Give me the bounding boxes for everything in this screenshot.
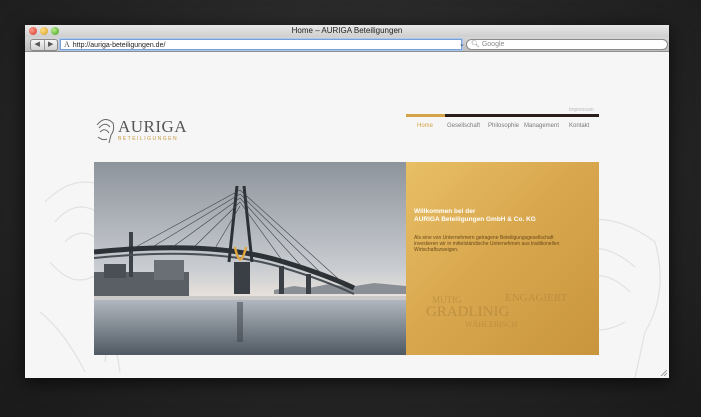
impressum-link[interactable]: Impressum (569, 107, 594, 113)
value-word-gradlinig: GRADLINIG (426, 304, 510, 320)
search-icon: 🔍︎ (471, 41, 480, 48)
nav-item-gesellschaft[interactable]: Gesellschaft (447, 123, 480, 129)
active-menu-indicator (406, 114, 445, 117)
site-favicon-icon: A (64, 40, 70, 49)
nav-item-home[interactable]: Home (417, 123, 433, 129)
resize-grip-icon[interactable] (659, 368, 667, 376)
address-bar[interactable]: Ahttp://auriga-beteiligungen.de/ (60, 39, 462, 50)
browser-toolbar: ◀ ▶ Ahttp://auriga-beteiligungen.de/ ⌄ 🔍… (25, 37, 669, 52)
nav-item-management[interactable]: Management (524, 123, 559, 129)
window-title: Home – AURIGA Beteiligungen (291, 26, 403, 35)
web-page: AURIGA BETEILIGUNGEN Impressum Home Gese… (25, 52, 669, 378)
back-button[interactable]: ◀ (31, 40, 44, 50)
hero-title: Willkommen bei der AURIGA Beteiligungen … (414, 208, 594, 224)
address-dropdown-icon[interactable]: ⌄ (459, 40, 465, 49)
hero-description: Als eine von Unternehmern getragene Bete… (414, 235, 560, 253)
hero-title-line2: AURIGA Beteiligungen GmbH & Co. KG (414, 216, 536, 223)
menu-indicator-bar (406, 114, 599, 117)
hero-welcome-panel: Willkommen bei der AURIGA Beteiligungen … (406, 162, 599, 355)
auriga-logo[interactable]: AURIGA BETEILIGUNGEN (94, 115, 204, 150)
nav-item-kontakt[interactable]: Kontakt (569, 123, 589, 129)
search-placeholder: Google (481, 41, 505, 48)
logo-subtext: BETEILIGUNGEN (118, 136, 179, 142)
address-url: http://auriga-beteiligungen.de/ (72, 42, 166, 49)
forward-button[interactable]: ▶ (43, 40, 58, 50)
value-word-waehlerisch: WÄHLERISCH (465, 320, 518, 329)
logo-wordmark: AURIGA (118, 117, 188, 136)
hero-bridge-photo (94, 162, 406, 355)
main-navigation: Home Gesellschaft Philosophie Management… (406, 123, 599, 133)
browser-window: Home – AURIGA Beteiligungen ◀ ▶ Ahttp://… (25, 25, 669, 378)
bridge-photo-illustration (94, 162, 406, 355)
nav-buttons: ◀ ▶ (30, 39, 58, 51)
search-field[interactable]: 🔍︎ Google (466, 39, 668, 50)
nav-item-philosophie[interactable]: Philosophie (488, 123, 519, 129)
helmet-logo-icon (96, 119, 115, 144)
hero-title-line1: Willkommen bei der (414, 208, 476, 215)
value-word-engagiert: ENGAGIERT (505, 292, 568, 304)
